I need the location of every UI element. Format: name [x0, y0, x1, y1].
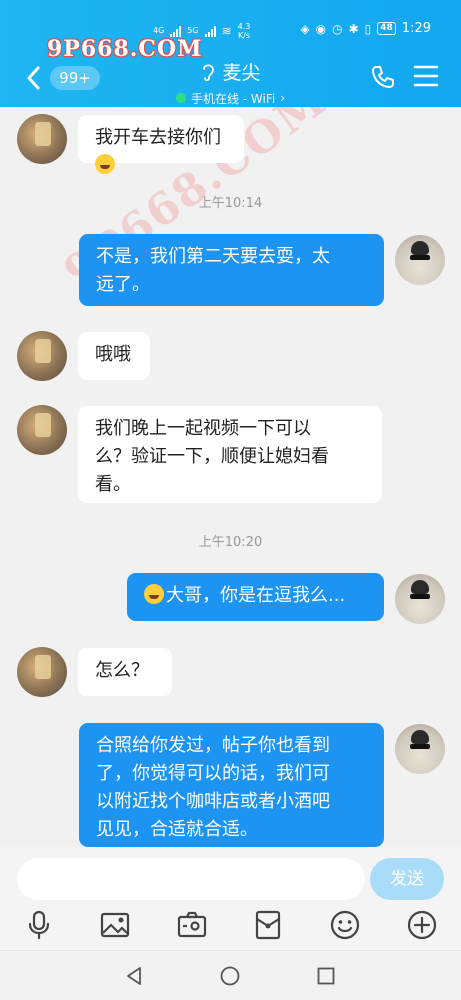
red-packet-icon — [255, 910, 281, 940]
nav-back-button[interactable] — [123, 965, 145, 987]
message-text-line: 远了。 — [96, 274, 150, 295]
chevron-right-icon: › — [280, 91, 286, 105]
message-bubble-right[interactable]: 不是，我们第二天要去耍，太 远了。 — [79, 234, 384, 306]
signal-icon-2 — [204, 25, 216, 37]
message-text-line: 以附近找个咖啡店或者小酒吧 — [96, 791, 330, 812]
bluetooth-icon: ✱ — [348, 21, 359, 36]
send-button[interactable]: 发送 — [370, 858, 444, 900]
message-text-line: 合照给你发过，帖子你也看到 — [96, 735, 330, 756]
emoji-button[interactable] — [329, 909, 361, 941]
message-text-line: 看。 — [95, 474, 131, 495]
message-bubble-right[interactable]: 大哥，你是在逗我么... — [127, 573, 384, 621]
speed-value: 4.3 — [237, 22, 251, 31]
camera-icon — [177, 911, 207, 938]
online-dot-icon — [175, 93, 186, 103]
nav-home-button[interactable] — [219, 965, 241, 987]
message-text: 哦哦 — [95, 344, 131, 365]
online-status: 手机在线 - WiFi › — [175, 90, 286, 107]
vibrate-icon: ▯ — [364, 21, 372, 36]
self-avatar[interactable] — [395, 574, 445, 624]
message-text: 怎么？ — [95, 660, 149, 681]
online-status-text: 手机在线 - WiFi — [190, 91, 276, 106]
message-text-line: 不是，我们第二天要去耍，太 — [96, 246, 330, 267]
camera-button[interactable] — [176, 909, 208, 941]
network-speed: 4.3 K/s — [238, 22, 251, 40]
message-text: 大哥，你是在逗我么... — [166, 585, 346, 606]
message-bubble-left[interactable]: 我开车去接你们 — [78, 115, 244, 174]
more-menu-button[interactable] — [413, 64, 439, 88]
message-bubble-left[interactable]: 怎么？ — [78, 648, 172, 696]
microphone-icon — [28, 910, 50, 940]
recents-square-icon — [317, 967, 335, 985]
system-navigation-bar — [0, 950, 461, 1000]
contact-name: 麦尖 — [222, 62, 261, 84]
contact-avatar[interactable] — [17, 405, 67, 455]
alarm-icon: ◷ — [332, 21, 343, 36]
battery-icon: 48 — [377, 22, 396, 35]
plus-icon — [407, 910, 437, 940]
grinning-emoji-icon — [95, 154, 115, 174]
ear-icon — [203, 63, 215, 81]
message-bubble-right[interactable]: 合照给你发过，帖子你也看到 了，你觉得可以的话，我们可 以附近找个咖啡店或者小酒… — [79, 723, 384, 847]
signal-icon — [170, 25, 182, 37]
message-text-line: 了，你觉得可以的话，我们可 — [96, 763, 330, 784]
message-timestamp: 上午10:14 — [198, 196, 263, 211]
contact-avatar[interactable] — [17, 647, 67, 697]
message-bubble-left[interactable]: 哦哦 — [78, 332, 150, 380]
nav-recents-button[interactable] — [315, 965, 337, 987]
message-list[interactable]: 9P668.COM 我开车去接你们 上午10:14 不是，我们第二天要去耍，太 … — [0, 107, 461, 847]
message-text-line: 么？验证一下，顺便让媳妇看 — [95, 446, 329, 467]
gallery-button[interactable] — [99, 909, 131, 941]
laughing-emoji-icon — [144, 584, 164, 604]
nfc-icon: ◈ — [300, 21, 310, 36]
status-time: 1:29 — [401, 21, 431, 36]
red-packet-button[interactable] — [252, 909, 284, 941]
contact-title: 麦尖 — [200, 58, 261, 85]
chat-header: 4G 5G ≋ 4.3 K/s ◈ ◉ ◷ ✱ ▯ 48 1:29 9P668.C… — [0, 0, 461, 107]
contact-avatar[interactable] — [17, 331, 67, 381]
voice-call-button[interactable] — [370, 64, 396, 90]
self-avatar[interactable] — [395, 235, 445, 285]
speed-unit: K/s — [237, 31, 251, 40]
wifi-icon: ≋ — [221, 24, 232, 38]
eye-icon: ◉ — [315, 21, 327, 36]
net-label-left: 4G — [153, 26, 165, 35]
message-input[interactable] — [17, 858, 365, 900]
image-icon — [100, 912, 130, 938]
menu-icon — [413, 65, 439, 87]
message-text-line: 见见，合适就合适。 — [96, 819, 258, 840]
message-bubble-left[interactable]: 我们晚上一起视频一下可以 么？验证一下，顺便让媳妇看 看。 — [78, 406, 382, 503]
contact-avatar[interactable] — [17, 114, 67, 164]
net-label-right: 5G — [187, 26, 199, 35]
message-text-line: 我们晚上一起视频一下可以 — [95, 418, 311, 439]
home-circle-icon — [220, 966, 240, 986]
message-timestamp: 上午10:20 — [198, 535, 263, 550]
more-actions-button[interactable] — [406, 909, 438, 941]
composer-toolbar — [0, 907, 461, 945]
voice-input-button[interactable] — [23, 909, 55, 941]
message-text: 我开车去接你们 — [95, 127, 221, 148]
message-composer: 发送 — [0, 847, 461, 950]
status-right: ◈ ◉ ◷ ✱ ▯ 48 1:29 — [300, 21, 431, 36]
emoji-icon — [330, 910, 360, 940]
back-triangle-icon — [127, 967, 141, 985]
self-avatar[interactable] — [395, 724, 445, 774]
phone-icon — [372, 66, 394, 88]
